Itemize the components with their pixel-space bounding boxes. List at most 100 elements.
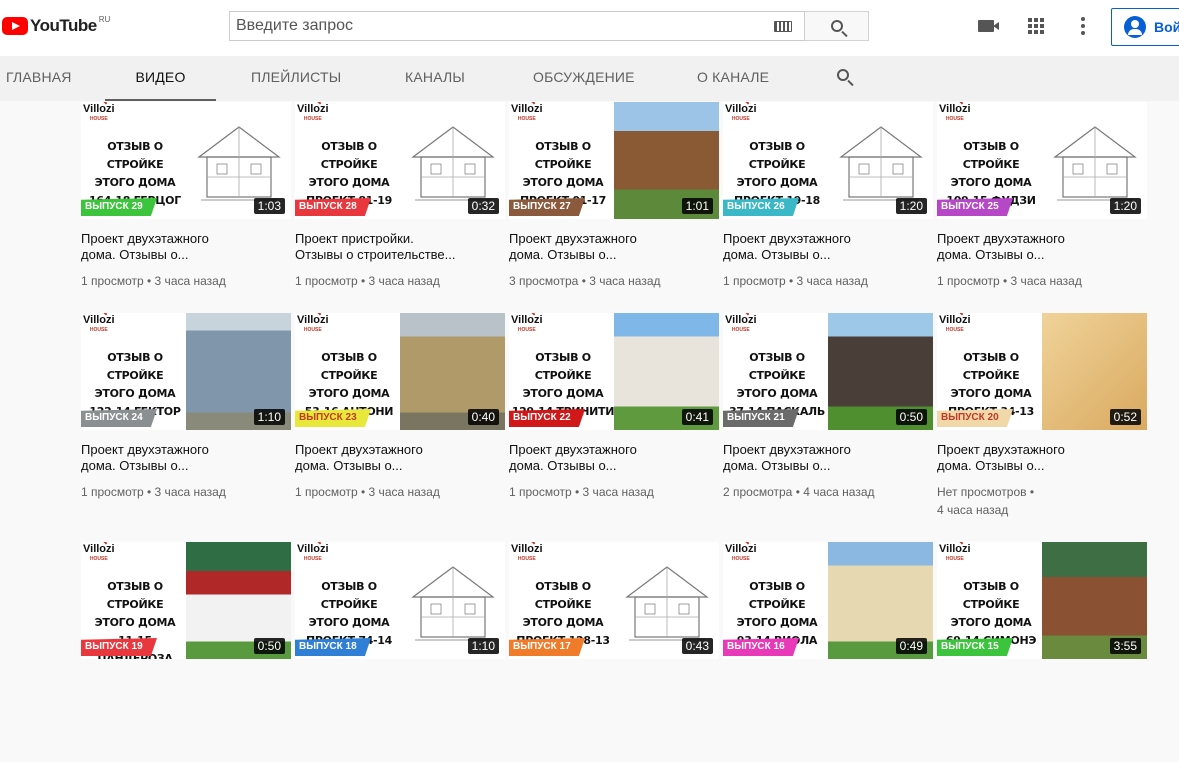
video-card[interactable]: VilloziHOUSEОТЗЫВ О СТРОЙКЕЭТОГО ДОМА53-… bbox=[295, 313, 509, 533]
tab-discussion[interactable]: ОБСУЖДЕНИЕ bbox=[533, 56, 635, 101]
video-title[interactable]: Проект двухэтажного дома. Отзывы о... bbox=[81, 231, 286, 263]
search-icon bbox=[837, 69, 849, 81]
video-meta: 1 просмотр • 3 часа назад bbox=[937, 272, 1137, 290]
house-sketch-icon bbox=[411, 566, 495, 641]
video-card[interactable]: VilloziHOUSEОТЗЫВ О СТРОЙКЕЭТОГО ДОМА93-… bbox=[723, 542, 937, 762]
video-card[interactable]: VilloziHOUSEОТЗЫВ О СТРОЙКЕЭТОГО ДОМА122… bbox=[81, 313, 295, 533]
video-title[interactable]: Проект двухэтажного дома. Отзывы о... bbox=[295, 442, 500, 474]
title-line-1: Проект двухэтажного bbox=[723, 231, 851, 246]
video-thumbnail[interactable]: VilloziHOUSEОТЗЫВ О СТРОЙКЕЭТОГО ДОМА129… bbox=[509, 313, 719, 430]
villozi-logo: Villozi HOUSE bbox=[725, 102, 757, 124]
video-card[interactable]: VilloziHOUSEОТЗЫВ О СТРОЙКЕЭТОГО ДОМАПРО… bbox=[509, 542, 723, 762]
video-thumbnail[interactable]: VilloziHOUSEОТЗЫВ О СТРОЙКЕЭТОГО ДОМА164… bbox=[81, 102, 291, 219]
brand-sub: HOUSE bbox=[517, 116, 536, 122]
video-thumbnail[interactable]: VilloziHOUSEОТЗЫВ О СТРОЙКЕЭТОГО ДОМАПРО… bbox=[295, 542, 505, 659]
video-title[interactable]: Проект пристройки. Отзывы о строительстве… bbox=[295, 231, 500, 263]
video-card[interactable]: VilloziHOUSEОТЗЫВ О СТРОЙКЕЭТОГО ДОМА109… bbox=[937, 102, 1151, 322]
meta-line-1: 3 просмотра • 3 часа назад bbox=[509, 274, 661, 288]
tab-playlists[interactable]: ПЛЕЙЛИСТЫ bbox=[251, 56, 341, 101]
issue-badge: ВЫПУСК 21 bbox=[723, 409, 799, 427]
search-icon bbox=[830, 20, 843, 32]
brand-sub: HOUSE bbox=[517, 556, 536, 562]
caption-line-2: ЭТОГО ДОМА bbox=[308, 387, 390, 400]
video-card[interactable]: VilloziHOUSEОТЗЫВ О СТРОЙКЕЭТОГО ДОМА11-… bbox=[81, 542, 295, 762]
search-button[interactable] bbox=[805, 11, 869, 41]
caption-line-1: ОТЗЫВ О СТРОЙКЕ bbox=[962, 580, 1020, 611]
video-camera-icon bbox=[978, 20, 999, 32]
brand-sub: HOUSE bbox=[303, 116, 322, 122]
title-line-2: дома. Отзывы о... bbox=[937, 247, 1045, 262]
meta-line-1: 1 просмотр • 3 часа назад bbox=[81, 274, 226, 288]
channel-search-button[interactable] bbox=[837, 69, 849, 81]
video-thumbnail[interactable]: VilloziHOUSEОТЗЫВ О СТРОЙКЕЭТОГО ДОМАПРО… bbox=[723, 102, 933, 219]
tab-about[interactable]: О КАНАЛЕ bbox=[697, 56, 769, 101]
video-card[interactable]: VilloziHOUSEОТЗЫВ О СТРОЙКЕЭТОГО ДОМАПРО… bbox=[937, 313, 1151, 533]
title-line-2: Отзывы о строительстве... bbox=[295, 247, 456, 262]
caption-line-1: ОТЗЫВ О СТРОЙКЕ bbox=[320, 580, 378, 611]
caption-line-2: ЭТОГО ДОМА bbox=[94, 176, 176, 189]
create-video-button[interactable] bbox=[974, 14, 999, 38]
video-duration: 1:10 bbox=[253, 409, 285, 425]
signin-button[interactable]: Вой bbox=[1111, 8, 1179, 46]
video-card[interactable]: VilloziHOUSEОТЗЫВ О СТРОЙКЕЭТОГО ДОМА164… bbox=[81, 102, 295, 322]
title-line-1: Проект двухэтажного bbox=[509, 442, 637, 457]
tab-home[interactable]: ГЛАВНАЯ bbox=[6, 56, 72, 101]
video-title[interactable]: Проект двухэтажного дома. Отзывы о... bbox=[937, 231, 1142, 263]
issue-badge: ВЫПУСК 25 bbox=[937, 198, 1013, 216]
caption-line-2: ЭТОГО ДОМА bbox=[308, 616, 390, 629]
title-line-1: Проект пристройки. bbox=[295, 231, 414, 246]
video-card[interactable]: VilloziHOUSEОТЗЫВ О СТРОЙКЕЭТОГО ДОМА69-… bbox=[937, 542, 1151, 762]
video-card[interactable]: VilloziHOUSEОТЗЫВ О СТРОЙКЕЭТОГО ДОМАПРО… bbox=[295, 542, 509, 762]
video-title[interactable]: Проект двухэтажного дома. Отзывы о... bbox=[81, 442, 286, 474]
title-line-2: дома. Отзывы о... bbox=[81, 247, 189, 262]
villozi-logo: Villozi HOUSE bbox=[511, 102, 543, 124]
video-thumbnail[interactable]: VilloziHOUSEОТЗЫВ О СТРОЙКЕЭТОГО ДОМА122… bbox=[81, 313, 291, 430]
villozi-logo: Villozi HOUSE bbox=[511, 542, 543, 564]
brand-sub: HOUSE bbox=[517, 327, 536, 333]
video-thumbnail[interactable]: VilloziHOUSEОТЗЫВ О СТРОЙКЕЭТОГО ДОМА109… bbox=[937, 102, 1147, 219]
brand-sub: HOUSE bbox=[731, 327, 750, 333]
villozi-logo: Villozi HOUSE bbox=[83, 102, 115, 124]
tab-videos[interactable]: ВИДЕО bbox=[105, 56, 216, 101]
video-card[interactable]: VilloziHOUSEОТЗЫВ О СТРОЙКЕЭТОГО ДОМАПРО… bbox=[509, 102, 723, 322]
settings-button[interactable] bbox=[1071, 14, 1095, 38]
video-thumbnail[interactable]: VilloziHOUSEОТЗЫВ О СТРОЙКЕЭТОГО ДОМАПРО… bbox=[509, 102, 719, 219]
keyboard-icon[interactable] bbox=[774, 21, 792, 32]
video-title[interactable]: Проект двухэтажного дома. Отзывы о... bbox=[723, 442, 928, 474]
caption-line-1: ОТЗЫВ О СТРОЙКЕ bbox=[106, 580, 164, 611]
video-thumbnail[interactable]: VilloziHOUSEОТЗЫВ О СТРОЙКЕЭТОГО ДОМА53-… bbox=[295, 313, 505, 430]
video-thumbnail[interactable]: VilloziHOUSEОТЗЫВ О СТРОЙКЕЭТОГО ДОМА93-… bbox=[723, 542, 933, 659]
villozi-logo: Villozi HOUSE bbox=[725, 313, 757, 335]
video-card[interactable]: VilloziHOUSEОТЗЫВ О СТРОЙКЕЭТОГО ДОМА37-… bbox=[723, 313, 937, 533]
video-meta: 1 просмотр • 3 часа назад bbox=[81, 272, 281, 290]
video-card[interactable]: VilloziHOUSEОТЗЫВ О СТРОЙКЕЭТОГО ДОМАПРО… bbox=[723, 102, 937, 322]
apps-button[interactable] bbox=[1024, 14, 1048, 38]
video-duration: 1:20 bbox=[895, 198, 927, 214]
caption-line-2: ЭТОГО ДОМА bbox=[522, 616, 604, 629]
video-title[interactable]: Проект двухэтажного дома. Отзывы о... bbox=[937, 442, 1142, 474]
video-thumbnail[interactable]: VilloziHOUSEОТЗЫВ О СТРОЙКЕЭТОГО ДОМАПРО… bbox=[509, 542, 719, 659]
tab-channels[interactable]: КАНАЛЫ bbox=[405, 56, 465, 101]
video-duration: 0:40 bbox=[467, 409, 499, 425]
video-title[interactable]: Проект двухэтажного дома. Отзывы о... bbox=[723, 231, 928, 263]
video-duration: 1:03 bbox=[253, 198, 285, 214]
video-card[interactable]: VilloziHOUSEОТЗЫВ О СТРОЙКЕЭТОГО ДОМАПРО… bbox=[295, 102, 509, 322]
villozi-logo: Villozi HOUSE bbox=[83, 313, 115, 335]
title-line-1: Проект двухэтажного bbox=[295, 442, 423, 457]
search-input[interactable] bbox=[230, 12, 750, 40]
video-title[interactable]: Проект двухэтажного дома. Отзывы о... bbox=[509, 231, 714, 263]
video-card[interactable]: VilloziHOUSEОТЗЫВ О СТРОЙКЕЭТОГО ДОМА129… bbox=[509, 313, 723, 533]
house-sketch-icon bbox=[839, 126, 923, 201]
video-thumbnail[interactable]: VilloziHOUSEОТЗЫВ О СТРОЙКЕЭТОГО ДОМА37-… bbox=[723, 313, 933, 430]
video-thumbnail[interactable]: VilloziHOUSEОТЗЫВ О СТРОЙКЕЭТОГО ДОМАПРО… bbox=[937, 313, 1147, 430]
video-thumbnail[interactable]: VilloziHOUSEОТЗЫВ О СТРОЙКЕЭТОГО ДОМАПРО… bbox=[295, 102, 505, 219]
caption-line-2: ЭТОГО ДОМА bbox=[522, 176, 604, 189]
video-thumbnail[interactable]: VilloziHOUSEОТЗЫВ О СТРОЙКЕЭТОГО ДОМА69-… bbox=[937, 542, 1147, 659]
video-duration: 0:32 bbox=[467, 198, 499, 214]
issue-badge: ВЫПУСК 16 bbox=[723, 638, 799, 656]
villozi-logo: Villozi HOUSE bbox=[297, 102, 329, 124]
video-thumbnail[interactable]: VilloziHOUSEОТЗЫВ О СТРОЙКЕЭТОГО ДОМА11-… bbox=[81, 542, 291, 659]
youtube-logo[interactable]: YouTube RU bbox=[2, 14, 110, 38]
video-title[interactable]: Проект двухэтажного дома. Отзывы о... bbox=[509, 442, 714, 474]
brand-sub: HOUSE bbox=[731, 556, 750, 562]
